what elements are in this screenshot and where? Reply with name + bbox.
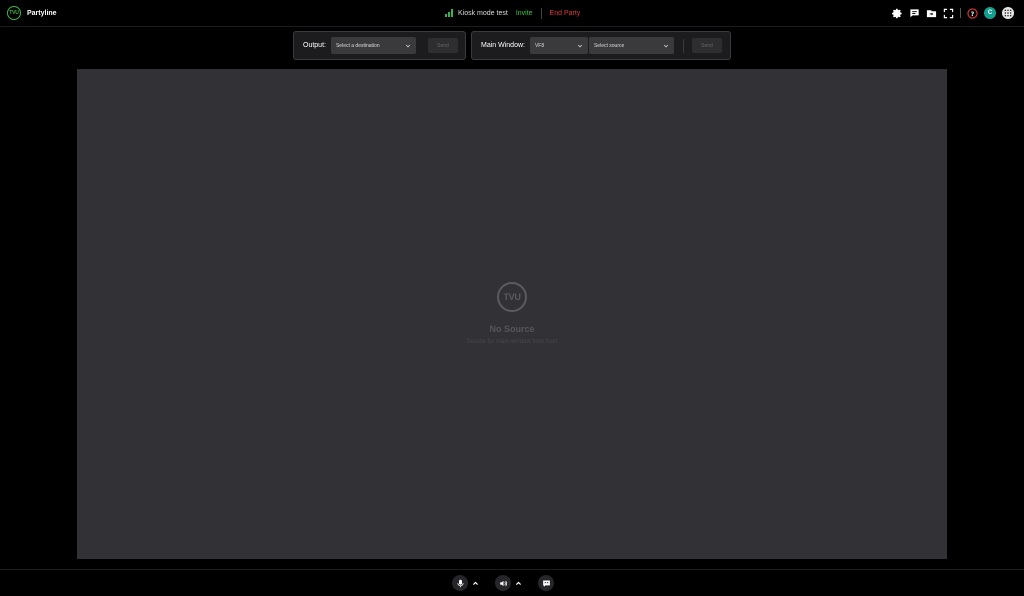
chevron-up-icon[interactable] [515, 580, 522, 587]
layout-select[interactable]: VF8 [529, 37, 588, 54]
no-source-title: No Source [489, 324, 535, 334]
fullscreen-icon[interactable] [943, 8, 954, 19]
divider [540, 7, 542, 19]
top-bar: TVU Partyline Kiosk mode test Invite End… [0, 0, 1024, 27]
no-source-placeholder: TVU No Source Source for main window fro… [77, 282, 947, 345]
svg-text:?: ? [971, 10, 975, 17]
no-source-subtitle: Source for main window from host [466, 339, 558, 345]
chevron-down-icon [577, 43, 583, 49]
chevron-down-icon [663, 43, 669, 49]
output-send-button[interactable]: Send [427, 38, 458, 53]
main-video-stage: TVU No Source Source for main window fro… [77, 69, 947, 559]
caption-control [538, 575, 554, 591]
caption-button[interactable] [538, 575, 554, 591]
end-party-link[interactable]: End Party [550, 10, 581, 17]
microphone-icon [457, 579, 463, 587]
panel-divider [682, 38, 684, 53]
chevron-down-icon [405, 43, 411, 49]
party-name: Kiosk mode test [458, 9, 508, 17]
apps-grid-icon[interactable] [1002, 7, 1014, 19]
signal-icon [445, 9, 454, 17]
chevron-up-icon[interactable] [472, 580, 479, 587]
top-right-toolbar: ? C [892, 7, 1014, 19]
help-icon[interactable]: ? [967, 7, 978, 19]
layout-select-text: VF8 [534, 42, 545, 49]
destination-select-text: Select a destination [335, 42, 380, 49]
tvu-logo-icon: TVU [7, 6, 21, 20]
toolbar-divider [960, 8, 961, 18]
speaker-icon [499, 580, 507, 586]
share-screen-icon[interactable] [926, 8, 937, 19]
speaker-button[interactable] [495, 575, 511, 591]
microphone-button[interactable] [452, 575, 468, 591]
source-select-text: Select source [593, 42, 625, 49]
mic-control [452, 575, 479, 591]
speaker-control [495, 575, 522, 591]
settings-icon[interactable] [892, 8, 903, 19]
main-window-panel: Main Window: VF8 Select source Send [471, 31, 731, 60]
source-select[interactable]: Select source [588, 37, 674, 54]
tvu-logo-icon: TVU [497, 282, 527, 312]
party-info: Kiosk mode test Invite End Party [445, 7, 580, 19]
avatar[interactable]: C [984, 7, 996, 19]
chat-icon[interactable] [909, 8, 920, 19]
main-window-label: Main Window: [481, 42, 525, 49]
invite-link[interactable]: Invite [516, 10, 533, 17]
caption-icon [542, 580, 550, 587]
output-label: Output: [303, 42, 326, 49]
output-panel: Output: Select a destination Send [293, 31, 466, 60]
brand: TVU Partyline [7, 6, 57, 20]
app-title: Partyline [27, 9, 57, 17]
bottom-bar [0, 569, 1024, 596]
destination-select[interactable]: Select a destination [330, 37, 416, 54]
main-window-send-button[interactable]: Send [691, 38, 722, 53]
